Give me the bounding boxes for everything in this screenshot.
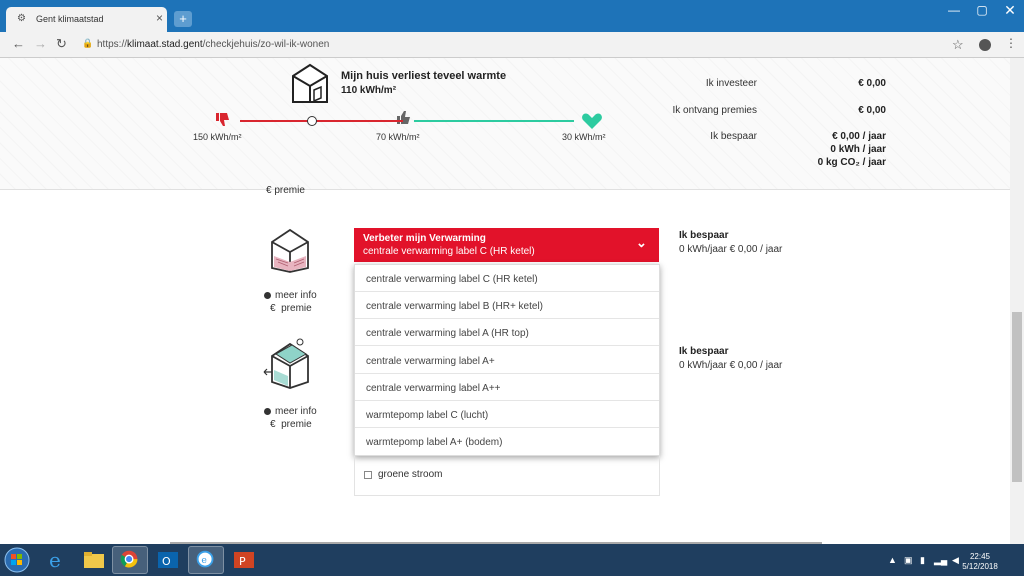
save-label: Ik bespaar — [710, 131, 757, 142]
save-money-value: € 0,00 / jaar — [832, 131, 886, 142]
minimize-icon[interactable]: — — [940, 0, 968, 22]
meer-info-link[interactable]: meer info — [264, 290, 317, 301]
clock-date: 5/12/2018 — [962, 562, 998, 571]
svg-text:e: e — [49, 548, 61, 572]
svg-text:e: e — [201, 555, 207, 566]
thumbs-down-icon — [216, 113, 229, 126]
account-icon[interactable] — [979, 39, 991, 51]
scale-label-mid: 70 kWh/m² — [376, 132, 420, 142]
dropdown-option[interactable]: centrale verwarming label A+ — [355, 347, 659, 374]
powerpoint-taskbar-icon[interactable]: P — [226, 546, 262, 574]
page-content: Mijn huis verliest teveel warmte 110 kWh… — [0, 58, 1010, 544]
tab-title: Gent klimaatstad — [36, 14, 104, 24]
green-power-label: groene stroom — [378, 469, 443, 480]
heat-loss-value: 110 kWh/m² — [341, 85, 397, 96]
premie-link-2[interactable]: € premie — [270, 419, 312, 430]
close-window-icon[interactable]: ✕ — [996, 0, 1024, 22]
heart-icon — [582, 113, 602, 129]
taskbar-clock[interactable]: 22:45 5/12/2018 — [960, 552, 1000, 572]
maximize-icon[interactable]: ▢ — [968, 0, 996, 22]
heating-select[interactable]: Verbeter mijn Verwarming centrale verwar… — [354, 228, 659, 262]
site-favicon-icon: ⚙ — [17, 13, 26, 24]
premie-label: Ik ontvang premies — [672, 105, 758, 116]
svg-text:O: O — [162, 555, 171, 568]
premie-value: € 0,00 — [858, 105, 886, 116]
dropdown-option[interactable]: warmtepomp label C (lucht) — [355, 401, 659, 428]
address-bar: ← → ↻ 🔒 https://klimaat.stad.gent/checkj… — [0, 32, 1024, 58]
tray-signal-icon[interactable]: ▂▄ — [934, 555, 947, 566]
ie-taskbar-icon[interactable]: e — [38, 546, 74, 574]
select-title: Verbeter mijn Verwarming — [363, 233, 486, 244]
invest-label: Ik investeer — [705, 78, 757, 89]
url-text: https://klimaat.stad.gent/checkjehuis/zo… — [97, 39, 330, 50]
dropdown-option[interactable]: centrale verwarming label A (HR top) — [355, 319, 659, 346]
scale-marker — [307, 116, 317, 126]
result-title: Ik bespaar — [679, 230, 729, 241]
back-icon[interactable]: ← — [12, 37, 25, 51]
svg-text:P: P — [239, 555, 246, 568]
forward-icon[interactable]: → — [34, 37, 47, 51]
result-value-2: 0 kWh/jaar € 0,00 / jaar — [679, 360, 783, 371]
vertical-scrollbar-thumb[interactable] — [1012, 312, 1022, 482]
dropdown-option[interactable]: centrale verwarming label A++ — [355, 374, 659, 401]
tray-battery-icon[interactable]: ▮ — [920, 555, 925, 566]
scale-label-low: 30 kWh/m² — [562, 132, 606, 142]
green-power-checkbox[interactable] — [364, 471, 372, 479]
heating-dropdown-list: centrale verwarming label C (HR ketel) c… — [354, 264, 660, 456]
chevron-down-icon: ⌄ — [636, 235, 647, 250]
chrome-taskbar-icon[interactable] — [112, 546, 148, 574]
url-input[interactable]: 🔒 https://klimaat.stad.gent/checkjehuis/… — [78, 36, 973, 54]
meer-info-link-2[interactable]: meer info — [264, 406, 317, 417]
start-button-icon[interactable] — [2, 546, 32, 574]
clock-time: 22:45 — [969, 552, 991, 561]
dropdown-option[interactable]: centrale verwarming label B (HR+ ketel) — [355, 292, 659, 319]
tray-volume-icon[interactable]: ◀ — [952, 555, 959, 566]
result-value: 0 kWh/jaar € 0,00 / jaar — [679, 244, 783, 255]
house-icon — [292, 63, 328, 103]
bookmark-star-icon[interactable]: ☆ — [952, 38, 964, 51]
heating-house-icon — [271, 228, 309, 273]
menu-kebab-icon[interactable]: ⋮ — [1005, 37, 1017, 49]
lock-icon: 🔒 — [82, 38, 94, 48]
dropdown-option[interactable]: centrale verwarming label C (HR ketel) — [355, 265, 659, 292]
save-kwh-value: 0 kWh / jaar — [830, 144, 886, 155]
browser-tab[interactable]: ⚙ Gent klimaatstad × — [6, 7, 167, 32]
select-value: centrale verwarming label C (HR ketel) — [363, 246, 535, 257]
energy-header: Mijn huis verliest teveel warmte 110 kWh… — [0, 58, 1010, 190]
premie-link[interactable]: € premie — [270, 303, 312, 314]
scale-bar-red — [240, 120, 403, 122]
scale-label-high: 150 kWh/m² — [193, 132, 242, 142]
tray-network-icon[interactable]: ▣ — [904, 555, 913, 566]
dropdown-option[interactable]: warmtepomp label A+ (bodem) — [355, 428, 659, 455]
solar-house-icon — [263, 338, 309, 389]
heat-loss-title: Mijn huis verliest teveel warmte — [341, 70, 507, 82]
ie-pinned-taskbar-icon[interactable]: e — [188, 546, 224, 574]
save-co2-value: 0 kg CO₂ / jaar — [817, 157, 886, 168]
taskbar: e O e P ▲ ▣ ▮ ▂▄ ◀ 22:45 5/12/2018 — [0, 544, 1024, 576]
browser-tab-bar: ⚙ Gent klimaatstad × + — ▢ ✕ — [0, 0, 1024, 32]
scale-bar-green — [414, 120, 574, 122]
tray-expand-icon[interactable]: ▲ — [888, 555, 897, 565]
reload-icon[interactable]: ↻ — [56, 37, 67, 51]
outlook-taskbar-icon[interactable]: O — [150, 546, 186, 574]
invest-value: € 0,00 — [858, 78, 886, 89]
premie-link-top[interactable]: € premie — [266, 185, 305, 196]
result-title-2: Ik bespaar — [679, 346, 729, 357]
new-tab-button[interactable]: + — [174, 11, 192, 27]
explorer-taskbar-icon[interactable] — [76, 546, 112, 574]
tab-close-icon[interactable]: × — [156, 12, 163, 24]
